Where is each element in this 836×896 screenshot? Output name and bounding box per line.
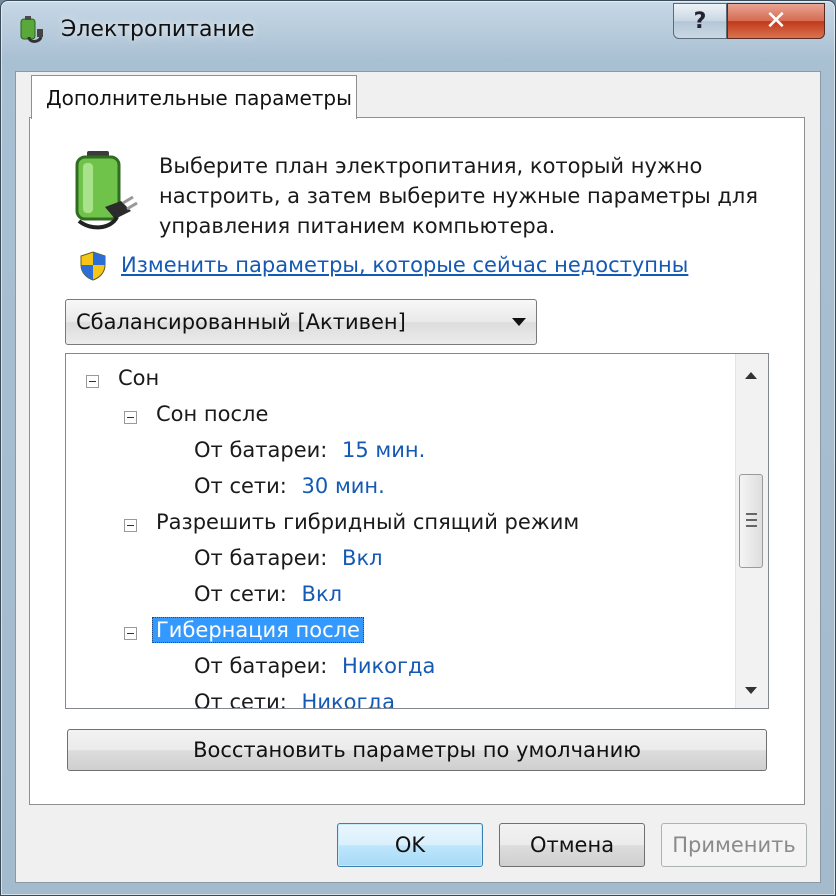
tree-node-label: Разрешить гибридный спящий режим bbox=[156, 510, 580, 534]
setting-label: От батареи: bbox=[194, 654, 328, 678]
tab-advanced-settings[interactable]: Дополнительные параметры bbox=[31, 75, 357, 119]
collapse-icon[interactable] bbox=[86, 375, 99, 388]
setting-label: От сети: bbox=[194, 582, 287, 606]
help-button[interactable]: ? bbox=[673, 3, 727, 39]
grip-line bbox=[746, 513, 757, 515]
change-unavailable-settings-link[interactable]: Изменить параметры, которые сейчас недос… bbox=[121, 253, 688, 277]
tree-item-hybrid-ac[interactable]: От сети: Вкл bbox=[194, 582, 342, 606]
tree-item-sleep-ac[interactable]: От сети: 30 мин. bbox=[194, 474, 385, 498]
tree-node-sleep[interactable]: Сон bbox=[86, 366, 159, 390]
grip-line bbox=[746, 519, 757, 521]
description-text: Выберите план электропитания, который ну… bbox=[159, 154, 758, 238]
window-title: Электропитание bbox=[61, 17, 255, 42]
uac-shield-icon bbox=[80, 251, 106, 281]
setting-label: От сети: bbox=[194, 474, 287, 498]
power-options-dialog: Электропитание ? ✕ Дополнительные параме… bbox=[0, 0, 836, 896]
battery-plug-icon bbox=[75, 151, 138, 230]
vertical-scrollbar[interactable] bbox=[735, 354, 768, 708]
settings-tree[interactable]: Сон Сон после От батареи: 15 мин. От сет… bbox=[65, 353, 769, 709]
title-bar[interactable]: Электропитание ? ✕ bbox=[1, 1, 835, 57]
power-plan-dropdown[interactable]: Сбалансированный [Активен] bbox=[65, 299, 537, 345]
power-plan-selected-value: Сбалансированный [Активен] bbox=[76, 310, 406, 334]
scroll-up-arrow-icon[interactable] bbox=[745, 372, 757, 379]
setting-label: От сети: bbox=[194, 690, 287, 709]
setting-label: От батареи: bbox=[194, 546, 328, 570]
scroll-down-arrow-icon[interactable] bbox=[745, 687, 757, 694]
tree-node-label: Сон после bbox=[156, 402, 269, 426]
tree-item-hibernate-ac[interactable]: От сети: Никогда bbox=[194, 690, 395, 709]
collapse-icon[interactable] bbox=[124, 411, 137, 424]
scroll-thumb[interactable] bbox=[739, 474, 763, 568]
restore-defaults-button[interactable]: Восстановить параметры по умолчанию bbox=[67, 729, 767, 771]
close-button[interactable]: ✕ bbox=[727, 3, 825, 39]
tree-item-hibernate-battery[interactable]: От батареи: Никогда bbox=[194, 654, 435, 678]
setting-value[interactable]: Вкл bbox=[302, 582, 343, 606]
grip-line bbox=[746, 525, 757, 527]
tree-node-sleep-after[interactable]: Сон после bbox=[124, 402, 268, 426]
collapse-icon[interactable] bbox=[124, 519, 137, 532]
tree-node-hybrid-sleep[interactable]: Разрешить гибридный спящий режим bbox=[124, 510, 579, 534]
chevron-down-icon bbox=[512, 318, 526, 326]
ok-button[interactable]: OK bbox=[337, 823, 483, 867]
collapse-icon[interactable] bbox=[124, 627, 137, 640]
power-plug-icon bbox=[20, 16, 43, 43]
setting-value[interactable]: Никогда bbox=[302, 690, 395, 708]
cancel-button[interactable]: Отмена bbox=[499, 823, 645, 867]
tree-node-hibernate-after[interactable]: Гибернация после bbox=[124, 617, 364, 643]
apply-button[interactable]: Применить bbox=[661, 823, 807, 867]
setting-value[interactable]: Вкл bbox=[342, 546, 383, 570]
tree-node-label-selected: Гибернация после bbox=[152, 617, 364, 643]
setting-label: От батареи: bbox=[194, 438, 328, 462]
setting-value[interactable]: 30 мин. bbox=[302, 474, 385, 498]
setting-value[interactable]: Никогда bbox=[342, 654, 435, 678]
tree-item-sleep-battery[interactable]: От батареи: 15 мин. bbox=[194, 438, 425, 462]
tree-item-hybrid-battery[interactable]: От батареи: Вкл bbox=[194, 546, 383, 570]
setting-value[interactable]: 15 мин. bbox=[342, 438, 425, 462]
